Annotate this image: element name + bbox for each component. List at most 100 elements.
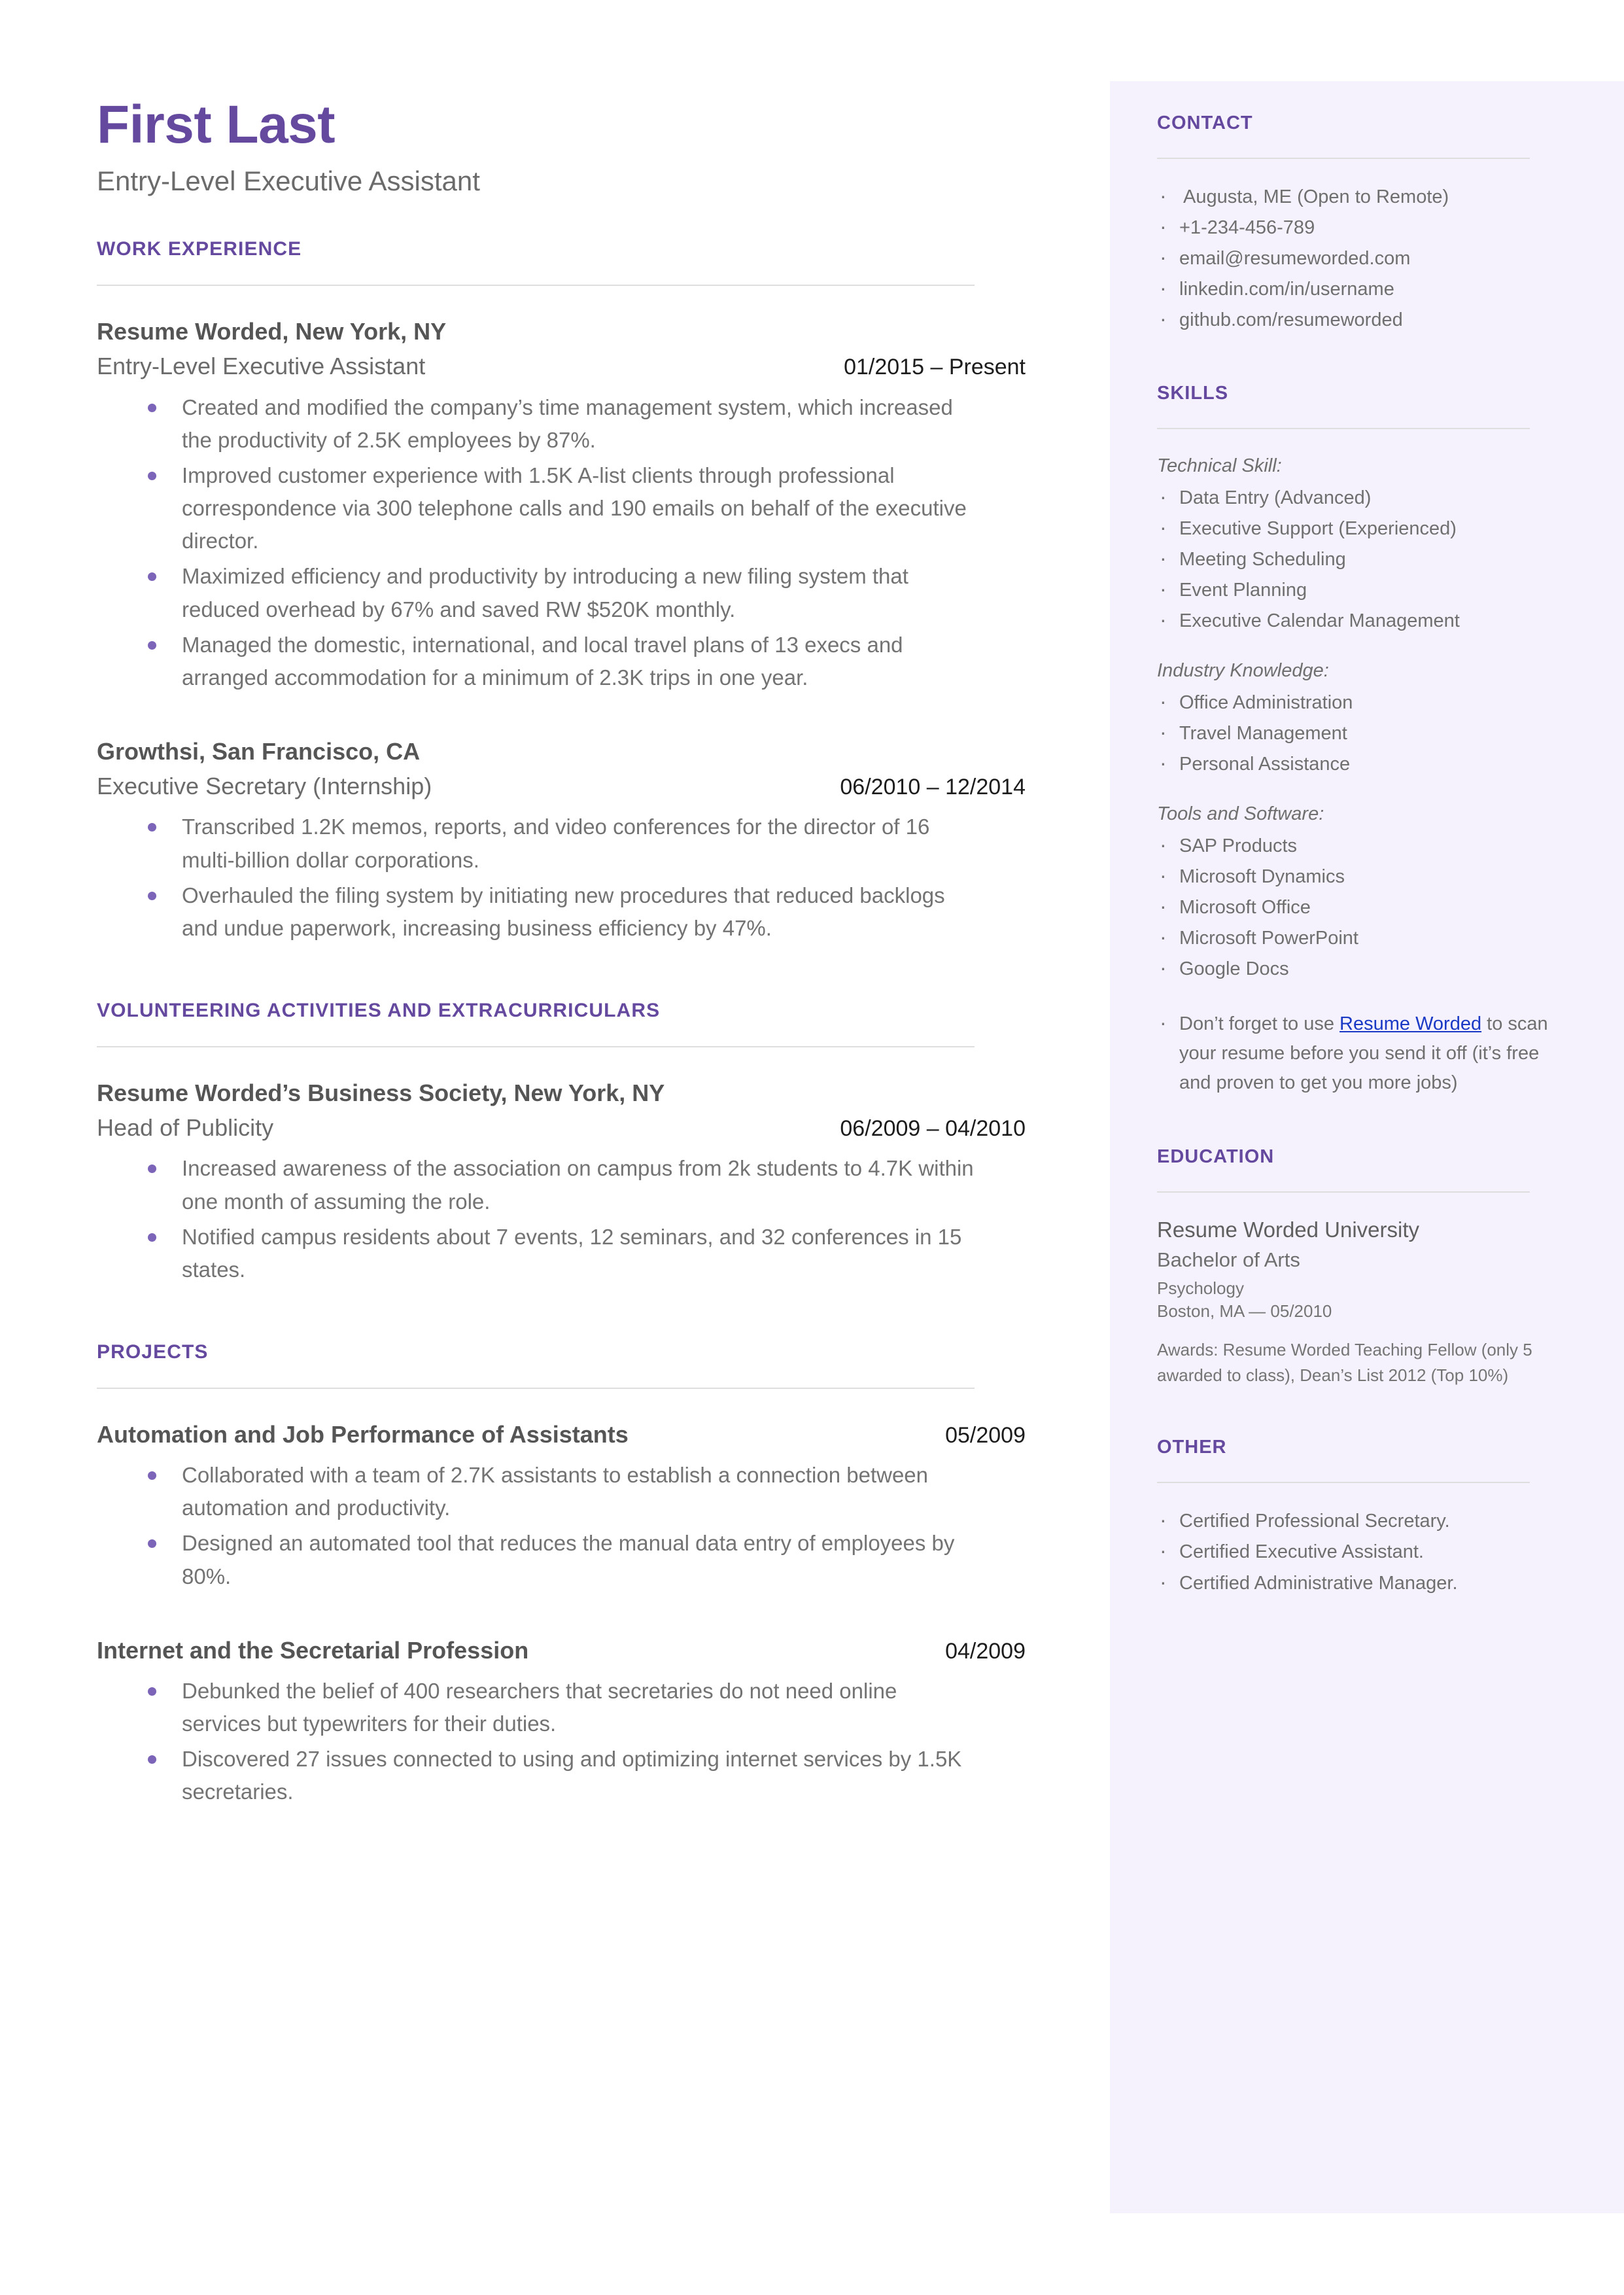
work-entry-role: Entry-Level Executive Assistant: [97, 353, 426, 380]
work-entry-role-row: Executive Secretary (Internship) 06/2010…: [97, 772, 1026, 800]
sidebar-divider: [1157, 1191, 1530, 1193]
skill-item: Data Entry (Advanced): [1157, 481, 1549, 513]
work-entry-organization: Growthsi, San Francisco, CA: [97, 737, 421, 765]
bullet-item: Transcribed 1.2K memos, reports, and vid…: [144, 811, 978, 876]
bullet-item: Increased awareness of the association o…: [144, 1152, 978, 1218]
resume-worded-link[interactable]: Resume Worded: [1339, 1013, 1481, 1034]
project-entry-bullets: Debunked the belief of 400 researchers t…: [97, 1675, 978, 1809]
project-entry-name: Internet and the Secretarial Profession: [97, 1636, 529, 1664]
sidebar-title-other: OTHER: [1157, 1437, 1227, 1458]
sidebar-divider: [1157, 158, 1530, 159]
contact-list: Augusta, ME (Open to Remote) +1-234-456-…: [1157, 180, 1549, 335]
work-entry-organization: Resume Worded, New York, NY: [97, 318, 447, 345]
work-entry-bullets: Transcribed 1.2K memos, reports, and vid…: [97, 811, 978, 945]
bullet-item: Notified campus residents about 7 events…: [144, 1221, 978, 1286]
skill-item: Microsoft Office: [1157, 890, 1549, 922]
skill-item: Microsoft Dynamics: [1157, 860, 1549, 892]
education-field: Psychology: [1157, 1278, 1244, 1299]
skill-item: Executive Calendar Management: [1157, 604, 1549, 636]
skill-group-technical: Technical Skill: Data Entry (Advanced) E…: [1157, 453, 1549, 636]
section-work-experience: WORK EXPERIENCE Resume Worded, New York,…: [97, 238, 1026, 945]
contact-github[interactable]: github.com/resumeworded: [1157, 303, 1549, 335]
project-entry-title-row: Internet and the Secretarial Profession …: [97, 1636, 1026, 1664]
skill-item: Google Docs: [1157, 952, 1549, 984]
work-entry: Growthsi, San Francisco, CA Executive Se…: [97, 737, 1026, 945]
education-school: Resume Worded University: [1157, 1218, 1420, 1242]
project-entry-date: 04/2009: [945, 1638, 1026, 1664]
project-entry-title-row: Automation and Job Performance of Assist…: [97, 1420, 1026, 1448]
sidebar-section-skills: SKILLS Technical Skill: Data Entry (Adva…: [1157, 383, 1549, 1098]
candidate-name: First Last: [97, 95, 336, 154]
project-entry-name: Automation and Job Performance of Assist…: [97, 1420, 629, 1448]
education-awards: Awards: Resume Worded Teaching Fellow (o…: [1157, 1340, 1532, 1386]
section-volunteering: VOLUNTEERING ACTIVITIES AND EXTRACURRICU…: [97, 1000, 1026, 1286]
contact-phone: +1-234-456-789: [1157, 211, 1549, 243]
skill-list: SAP Products Microsoft Dynamics Microsof…: [1157, 829, 1549, 984]
work-entry-role: Executive Secretary (Internship): [97, 773, 432, 800]
candidate-headline: Entry-Level Executive Assistant: [97, 166, 480, 196]
skill-item: SAP Products: [1157, 829, 1549, 861]
skill-item: Office Administration: [1157, 686, 1549, 718]
volunteering-entry-bullets: Increased awareness of the association o…: [97, 1152, 978, 1286]
project-entry-bullets: Collaborated with a team of 2.7K assista…: [97, 1459, 978, 1593]
sidebar-title-contact: CONTACT: [1157, 113, 1253, 133]
project-entry: Internet and the Secretarial Profession …: [97, 1636, 1026, 1809]
education-location-date: Boston, MA — 05/2010: [1157, 1301, 1332, 1322]
skill-item: Executive Support (Experienced): [1157, 512, 1549, 544]
skill-group-industry-knowledge: Industry Knowledge: Office Administratio…: [1157, 657, 1549, 779]
skill-list: Data Entry (Advanced) Executive Support …: [1157, 481, 1549, 636]
skill-group-label: Industry Knowledge:: [1157, 660, 1329, 682]
sidebar-section-contact: CONTACT Augusta, ME (Open to Remote) +1-…: [1157, 113, 1549, 335]
contact-location: Augusta, ME (Open to Remote): [1157, 180, 1549, 212]
promo-prefix: Don’t forget to use: [1179, 1013, 1340, 1035]
sidebar-divider: [1157, 1482, 1530, 1484]
bullet-item: Overhauled the filing system by initiati…: [144, 879, 978, 945]
sidebar-title-skills: SKILLS: [1157, 383, 1229, 404]
section-divider: [97, 285, 975, 287]
skill-item: Travel Management: [1157, 716, 1549, 748]
other-list: Certified Professional Secretary. Certif…: [1157, 1504, 1549, 1598]
education-degree: Bachelor of Arts: [1157, 1248, 1300, 1271]
sidebar-section-education: EDUCATION Resume Worded University Bache…: [1157, 1146, 1549, 1388]
project-entry: Automation and Job Performance of Assist…: [97, 1420, 1026, 1593]
sidebar-title-education: EDUCATION: [1157, 1146, 1275, 1167]
bullet-item: Managed the domestic, international, and…: [144, 629, 978, 694]
work-entry-role-row: Entry-Level Executive Assistant 01/2015 …: [97, 352, 1026, 380]
sidebar-divider: [1157, 428, 1530, 430]
section-divider: [97, 1045, 975, 1047]
skill-item: Meeting Scheduling: [1157, 542, 1549, 574]
volunteering-entry-date: 06/2009 – 04/2010: [840, 1116, 1026, 1142]
contact-email[interactable]: email@resumeworded.com: [1157, 241, 1549, 273]
skill-item: Microsoft PowerPoint: [1157, 921, 1549, 953]
bullet-item: Designed an automated tool that reduces …: [144, 1527, 978, 1592]
sidebar-section-other: OTHER Certified Professional Secretary. …: [1157, 1437, 1549, 1598]
contact-linkedin[interactable]: linkedin.com/in/username: [1157, 272, 1549, 304]
bullet-item: Maximized efficiency and productivity by…: [144, 560, 978, 625]
other-item: Certified Executive Assistant.: [1157, 1535, 1549, 1567]
section-projects: PROJECTS Automation and Job Performance …: [97, 1341, 1026, 1809]
main-content-column: First Last Entry-Level Executive Assista…: [97, 98, 1026, 1822]
other-item: Certified Administrative Manager.: [1157, 1566, 1549, 1598]
resume-page: First Last Entry-Level Executive Assista…: [0, 0, 1624, 2295]
work-entry: Resume Worded, New York, NY Entry-Level …: [97, 317, 1026, 694]
project-entry-date: 05/2009: [945, 1422, 1026, 1448]
bullet-item: Created and modified the company’s time …: [144, 391, 978, 457]
bullet-item: Debunked the belief of 400 researchers t…: [144, 1675, 978, 1740]
sidebar-content-column: CONTACT Augusta, ME (Open to Remote) +1-…: [1157, 113, 1549, 1632]
volunteering-entry: Resume Worded’s Business Society, New Yo…: [97, 1079, 1026, 1286]
section-title-volunteering: VOLUNTEERING ACTIVITIES AND EXTRACURRICU…: [97, 999, 661, 1021]
volunteering-entry-organization: Resume Worded’s Business Society, New Yo…: [97, 1079, 665, 1106]
skill-item: Event Planning: [1157, 573, 1549, 605]
bullet-item: Collaborated with a team of 2.7K assista…: [144, 1459, 978, 1524]
work-entry-bullets: Created and modified the company’s time …: [97, 391, 978, 694]
skill-item: Personal Assistance: [1157, 747, 1549, 779]
section-divider: [97, 1387, 975, 1389]
other-item: Certified Professional Secretary.: [1157, 1504, 1549, 1536]
work-entry-date: 06/2010 – 12/2014: [840, 775, 1026, 800]
